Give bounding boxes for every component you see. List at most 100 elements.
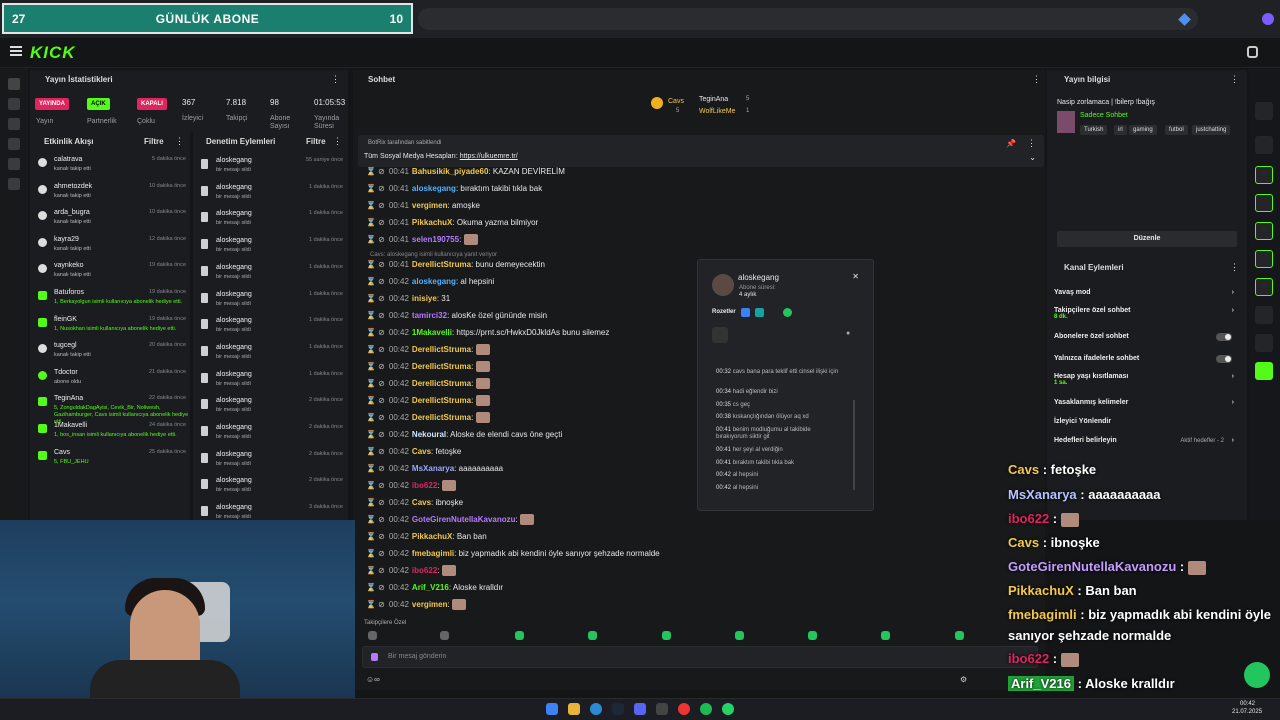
streaminfo-menu-icon[interactable]: ⋮ bbox=[1230, 74, 1239, 85]
list-item[interactable]: aloskegang bir mesajı sildi 1 dakika önce bbox=[201, 264, 343, 290]
chat-message[interactable]: ⌛ ⊘ 00:42 PikkachuX: Ban ban bbox=[366, 530, 487, 544]
chat-message[interactable]: ⌛ ⊘ 00:42 aloskegang: al hepsini bbox=[366, 275, 494, 289]
mod-actions-icon[interactable]: ⌛ ⊘ bbox=[366, 218, 385, 227]
mod-actions-icon[interactable]: ⌛ ⊘ bbox=[366, 464, 385, 473]
folder-icon[interactable] bbox=[568, 703, 580, 715]
whatsapp-float-icon[interactable] bbox=[1244, 662, 1270, 688]
mod-actions-icon[interactable]: ⌛ ⊘ bbox=[366, 498, 385, 507]
emoji-icon[interactable]: ☺∞ bbox=[366, 675, 380, 684]
chat-message[interactable]: ⌛ ⊘ 00:42 DerellictStruma: bbox=[366, 377, 490, 391]
message-user[interactable]: tamirci32 bbox=[412, 311, 447, 320]
stats-menu-icon[interactable]: ⋮ bbox=[331, 74, 340, 85]
list-item[interactable]: kayra29 kanalı takip etti 12 dakika önce bbox=[38, 236, 186, 262]
mod-actions-icon[interactable]: ⌛ ⊘ bbox=[366, 277, 385, 286]
message-user[interactable]: Bahusikik_piyade60 bbox=[412, 167, 488, 176]
edit-button[interactable]: Düzenle bbox=[1057, 231, 1237, 247]
gear-icon[interactable]: ⚙ bbox=[960, 675, 967, 684]
message-user[interactable]: DerellictStruma bbox=[412, 379, 471, 388]
emote-icon[interactable] bbox=[881, 631, 890, 640]
message-user[interactable]: ibo622 bbox=[412, 481, 437, 490]
menu-icon[interactable] bbox=[10, 46, 22, 56]
list-item[interactable]: Cavs 5, FBU_JEHU 25 dakika önce bbox=[38, 449, 186, 475]
channel-action[interactable]: İzleyici Yönlendir bbox=[1054, 418, 1240, 425]
tag[interactable]: irl bbox=[1114, 125, 1127, 135]
toggle-switch[interactable] bbox=[1216, 333, 1232, 341]
message-user[interactable]: vergimen bbox=[412, 201, 448, 210]
chat-message[interactable]: ⌛ ⊘ 00:42 DerellictStruma: bbox=[366, 411, 490, 425]
mod-actions-icon[interactable]: ⌛ ⊘ bbox=[366, 184, 385, 193]
message-user[interactable]: selen190755 bbox=[412, 235, 459, 244]
list-item[interactable]: aloskegang bir mesajı sildi 2 dakika önce bbox=[201, 451, 343, 477]
mod-actions-icon[interactable]: ⌛ ⊘ bbox=[366, 447, 385, 456]
mod-filter-button[interactable]: Filtre bbox=[306, 137, 326, 146]
message-user[interactable]: MsXanarya bbox=[412, 464, 454, 473]
moderation-icon[interactable] bbox=[8, 158, 20, 170]
message-user[interactable]: Cavs bbox=[412, 498, 431, 507]
message-user[interactable]: fmebagimli bbox=[412, 549, 454, 558]
steam-icon[interactable] bbox=[612, 703, 624, 715]
mod-actions-icon[interactable]: ⌛ ⊘ bbox=[366, 600, 385, 609]
app-icon[interactable] bbox=[656, 703, 668, 715]
mod-actions-icon[interactable]: ⌛ ⊘ bbox=[366, 362, 385, 371]
edit-icon[interactable] bbox=[1255, 102, 1273, 120]
chat-message[interactable]: ⌛ ⊘ 00:41 PikkachuX: Okuma yazma bilmiyor bbox=[366, 216, 538, 230]
tag[interactable]: Turkish bbox=[1080, 125, 1108, 135]
emote-icon[interactable] bbox=[955, 631, 964, 640]
trophy-icon[interactable] bbox=[8, 118, 20, 130]
mod-actions-icon[interactable]: ⌛ ⊘ bbox=[366, 311, 385, 320]
chat-icon[interactable] bbox=[1255, 222, 1273, 240]
message-user[interactable]: DerellictStruma bbox=[412, 345, 471, 354]
list-item[interactable]: vaynkeko kanalı takip etti 19 dakika önce bbox=[38, 262, 186, 288]
mod-actions-icon[interactable]: ⌛ ⊘ bbox=[366, 294, 385, 303]
chat-message[interactable]: ⌛ ⊘ 00:42 vergimen: bbox=[366, 598, 466, 612]
chat-message[interactable]: ⌛ ⊘ 00:42 DerellictStruma: bbox=[366, 360, 490, 374]
message-user[interactable]: PikkachuX bbox=[412, 218, 452, 227]
pinned-link[interactable]: https://ulkuemre.tr/ bbox=[460, 153, 518, 160]
chat-message[interactable]: ⌛ ⊘ 00:42 Arif_V216: Aloske kralldır bbox=[366, 581, 503, 595]
chat-message[interactable]: ⌛ ⊘ 00:42 DerellictStruma: bbox=[366, 394, 490, 408]
message-user[interactable]: inisiye bbox=[412, 294, 437, 303]
mod-actions-icon[interactable]: ⌛ ⊘ bbox=[366, 481, 385, 490]
mod-actions-icon[interactable]: ⌛ ⊘ bbox=[366, 430, 385, 439]
list-item[interactable]: aloskegang bir mesajı sildi 1 dakika önce bbox=[201, 184, 343, 210]
pinned-menu-icon[interactable]: ⋮ bbox=[1027, 138, 1036, 149]
emote-icon[interactable] bbox=[515, 631, 524, 640]
channel-action[interactable]: Yalnızca ifadelerle sohbet bbox=[1054, 355, 1240, 363]
list-item[interactable]: ahmetozdek kanalı takip etti 10 dakika önc… bbox=[38, 183, 186, 209]
chat-message[interactable]: ⌛ ⊘ 00:41 aloskegang: bıraktım takibi tıkl… bbox=[366, 182, 542, 196]
tag[interactable]: futbol bbox=[1165, 125, 1188, 135]
chat-message[interactable]: ⌛ ⊘ 00:42 GoteGirenNutellaKavanozu: bbox=[366, 513, 534, 527]
chat-menu-icon[interactable]: ⋮ bbox=[1032, 74, 1041, 85]
address-bar[interactable] bbox=[418, 8, 1198, 30]
profile-icon[interactable] bbox=[1262, 13, 1274, 25]
list-item[interactable]: TeginAna 5, ZonguldakDagAyisi, Cevik_Bir,… bbox=[38, 395, 188, 425]
list-item[interactable]: Tdoctor abone oldu 21 dakika önce bbox=[38, 369, 186, 395]
channel-action[interactable]: Hesap yaşı kısıtlaması 1 sa. › bbox=[1054, 373, 1240, 386]
toggle-switch[interactable] bbox=[1216, 355, 1232, 363]
settings-icon[interactable] bbox=[8, 178, 20, 190]
message-user[interactable]: Arif_V216 bbox=[412, 583, 449, 592]
mod-actions-icon[interactable]: ⌛ ⊘ bbox=[366, 260, 385, 269]
discord-icon[interactable] bbox=[634, 703, 646, 715]
message-user[interactable]: PikkachuX bbox=[412, 532, 452, 541]
windows-start-icon[interactable] bbox=[546, 703, 558, 715]
emote-icon[interactable] bbox=[662, 631, 671, 640]
mod-actions-icon[interactable]: ⌛ ⊘ bbox=[366, 379, 385, 388]
channel-action[interactable]: Yasaklanmış kelimeler › bbox=[1054, 399, 1240, 406]
list-item[interactable]: aloskegang bir mesajı sildi 1 dakika önce bbox=[201, 344, 343, 370]
chat-message[interactable]: ⌛ ⊘ 00:42 MsXanarya: aaaaaaaaaa bbox=[366, 462, 503, 476]
chat-message[interactable]: ⌛ ⊘ 00:41 selen190755: bbox=[366, 233, 478, 247]
list-item[interactable]: aloskegang bir mesajı sildi 55 saniye önce bbox=[201, 157, 343, 183]
emote-icon[interactable] bbox=[588, 631, 597, 640]
list-item[interactable]: aloskegang bir mesajı sildi 1 dakika önce bbox=[201, 317, 343, 343]
list-item[interactable]: aloskegang bir mesajı sildi 1 dakika önce bbox=[201, 371, 343, 397]
chat-message[interactable]: ⌛ ⊘ 00:42 ibo622: bbox=[366, 479, 456, 493]
chat-message[interactable]: ⌛ ⊘ 00:42 DerellictStruma: bbox=[366, 343, 490, 357]
message-user[interactable]: DerellictStruma bbox=[412, 362, 471, 371]
list-item[interactable]: Batuforos 1, Berkayolgun isimli kullanıcı… bbox=[38, 289, 186, 315]
chat-message[interactable]: ⌛ ⊘ 00:42 Cavs: ibnoşke bbox=[366, 496, 463, 510]
grid-icon[interactable] bbox=[1255, 362, 1273, 380]
camera-icon[interactable] bbox=[1255, 278, 1273, 296]
channel-action[interactable]: Hedefleri belirleyin Aktif hedefler - 2 › bbox=[1054, 437, 1240, 444]
channel-action[interactable]: Abonelere özel sohbet bbox=[1054, 333, 1240, 341]
